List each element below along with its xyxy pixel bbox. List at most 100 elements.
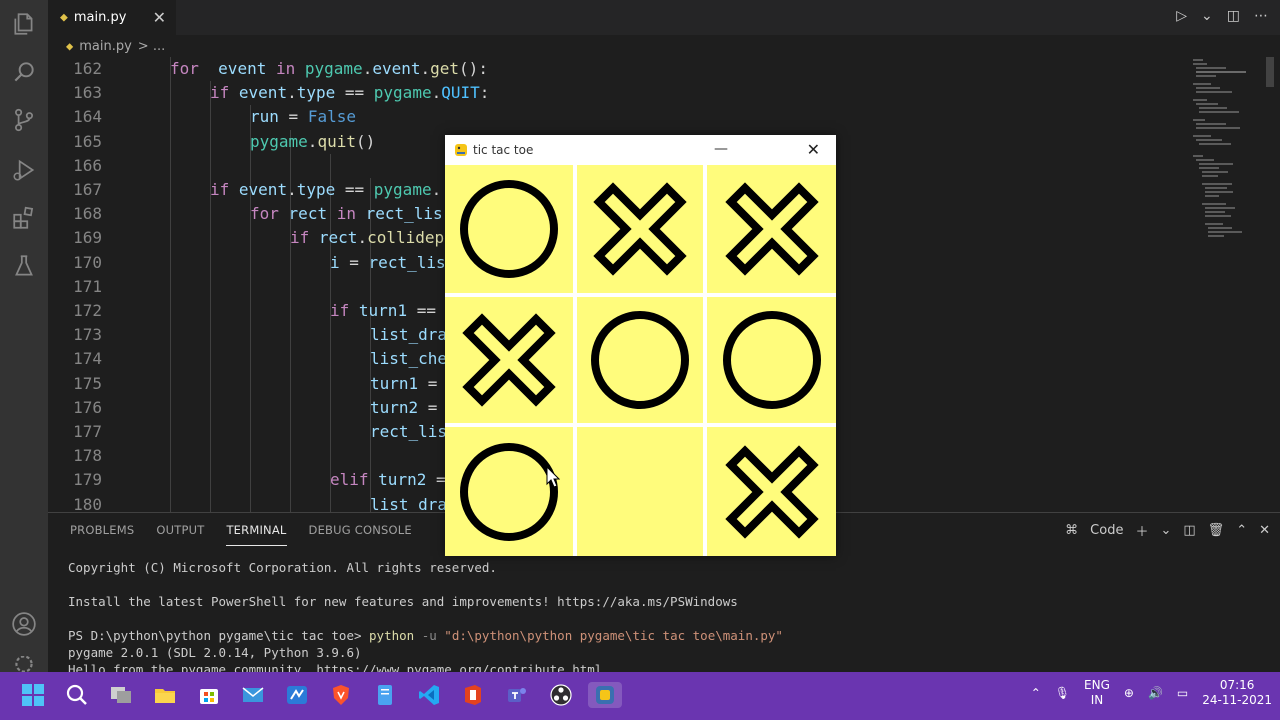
- board-cell[interactable]: [445, 165, 573, 293]
- code-text: if event.type == pygame.QUIT:: [210, 83, 490, 103]
- search-icon[interactable]: [64, 682, 90, 708]
- maximize-panel-icon[interactable]: ⌃: [1236, 523, 1247, 538]
- battery-icon[interactable]: ▭: [1177, 686, 1188, 700]
- close-icon[interactable]: ✕: [807, 140, 820, 159]
- dropdown-chevron-icon[interactable]: ⌄: [1201, 8, 1213, 24]
- volume-icon[interactable]: 🔊: [1148, 686, 1163, 700]
- code-text: if rect.collidep: [290, 228, 445, 248]
- code-text: if turn1 ==: [330, 301, 436, 320]
- o-mark: [591, 311, 689, 409]
- settings-gear-icon[interactable]: [10, 656, 38, 672]
- whiteboard-icon[interactable]: [284, 682, 310, 708]
- board-cell[interactable]: [577, 165, 703, 293]
- code-line[interactable]: 164 run = False: [48, 105, 1188, 129]
- extensions-icon[interactable]: [10, 204, 38, 232]
- file-explorer-icon[interactable]: [152, 682, 178, 708]
- code-text: for event in pygame.event.get():: [170, 59, 488, 78]
- network-icon[interactable]: ⊕: [1124, 686, 1134, 700]
- kill-terminal-icon[interactable]: 🗑: [1208, 523, 1225, 538]
- minimap[interactable]: [1188, 57, 1280, 257]
- board-cell[interactable]: [577, 427, 703, 556]
- task-view-icon[interactable]: [108, 682, 134, 708]
- line-number: 179: [73, 470, 102, 490]
- x-mark: [724, 182, 819, 276]
- microphone-icon[interactable]: 🎙: [1055, 686, 1070, 700]
- tab-terminal[interactable]: TERMINAL: [226, 523, 287, 546]
- editor-tab-bar: ◆ main.py ✕ ▷ ⌄ ◫ ⋯: [48, 0, 1280, 35]
- editor-tab-main-py[interactable]: ◆ main.py ✕: [48, 0, 176, 35]
- board-cell[interactable]: [445, 427, 573, 556]
- close-panel-icon[interactable]: ✕: [1259, 523, 1270, 538]
- terminal-command: python: [369, 628, 415, 643]
- breadcrumb-separator[interactable]: > ...: [138, 39, 165, 54]
- game-titlebar[interactable]: tic tac toe: [445, 135, 836, 165]
- board-cell[interactable]: [577, 297, 703, 423]
- system-tray: ⌃ 🎙 ENG IN ⊕ 🔊 ▭ 07:16 24-11-2021: [1031, 678, 1272, 708]
- code-text: i = rect_lis: [330, 252, 446, 272]
- tab-output[interactable]: OUTPUT: [156, 523, 204, 546]
- code-text: pygame.quit(): [250, 131, 376, 151]
- editor-actions: ▷ ⌄ ◫ ⋯: [1176, 8, 1268, 24]
- line-number: 163: [73, 83, 102, 103]
- line-number: 172: [73, 301, 102, 320]
- split-editor-icon[interactable]: ◫: [1227, 8, 1240, 24]
- code-text: list_che: [370, 349, 448, 369]
- code-text: for rect in rect_lis: [250, 204, 443, 224]
- source-control-icon[interactable]: [10, 106, 38, 134]
- line-number: 169: [73, 228, 102, 248]
- tray-overflow-icon[interactable]: ⌃: [1031, 686, 1041, 700]
- line-number: 174: [73, 349, 102, 369]
- testing-icon[interactable]: [10, 252, 38, 280]
- new-terminal-icon[interactable]: ＋: [1135, 521, 1148, 540]
- line-number: 180: [73, 494, 102, 512]
- terminal-line: Copyright (C) Microsoft Corporation. All…: [68, 560, 497, 575]
- activity-bar: [0, 0, 48, 672]
- account-icon[interactable]: [10, 610, 38, 638]
- breadcrumb-file[interactable]: main.py: [79, 39, 132, 54]
- terminal-shell-label[interactable]: Code: [1090, 523, 1123, 538]
- notepad-icon[interactable]: [372, 682, 398, 708]
- terminal-dropdown-icon[interactable]: ⌄: [1160, 523, 1171, 538]
- pygame-app-icon[interactable]: [588, 682, 622, 708]
- code-line[interactable]: 162 for event in pygame.event.get():: [48, 57, 1188, 81]
- terminal-output[interactable]: Copyright (C) Microsoft Corporation. All…: [68, 559, 783, 678]
- board-cell[interactable]: [445, 297, 573, 423]
- code-line[interactable]: 163 if event.type == pygame.QUIT:: [48, 81, 1188, 105]
- teams-icon[interactable]: [504, 682, 530, 708]
- board-cell[interactable]: [707, 165, 836, 293]
- tab-problems[interactable]: PROBLEMS: [70, 523, 134, 546]
- code-text: rect_lis: [370, 422, 448, 441]
- line-number: 176: [73, 397, 102, 417]
- clock[interactable]: 07:16 24-11-2021: [1202, 678, 1272, 708]
- run-debug-icon[interactable]: [10, 156, 38, 184]
- split-terminal-icon[interactable]: ◫: [1183, 523, 1195, 538]
- editor-scrollbar[interactable]: [1266, 57, 1274, 87]
- tab-close-icon[interactable]: ✕: [153, 8, 166, 27]
- office-icon[interactable]: [460, 682, 486, 708]
- line-number: 167: [73, 180, 102, 199]
- mail-icon[interactable]: [240, 682, 266, 708]
- x-mark: [593, 182, 687, 276]
- game-window[interactable]: tic tac toe — ✕: [445, 135, 836, 556]
- more-actions-icon[interactable]: ⋯: [1254, 8, 1268, 24]
- code-text: run = False: [250, 107, 356, 127]
- tab-label: main.py: [73, 10, 127, 25]
- board-cell[interactable]: [707, 297, 836, 423]
- run-python-icon[interactable]: ▷: [1176, 8, 1187, 24]
- microsoft-store-icon[interactable]: [196, 682, 222, 708]
- game-title: tic tac toe: [473, 143, 534, 157]
- explorer-icon[interactable]: [10, 10, 38, 38]
- line-number: 170: [73, 252, 102, 272]
- board-cell[interactable]: [707, 427, 836, 556]
- brave-browser-icon[interactable]: [328, 682, 354, 708]
- vscode-icon[interactable]: [416, 682, 442, 708]
- terminal-flag: -u: [414, 628, 445, 643]
- language-indicator[interactable]: ENG IN: [1084, 678, 1110, 708]
- tab-debug-console[interactable]: DEBUG CONSOLE: [309, 523, 412, 546]
- windows-start-icon[interactable]: [20, 682, 46, 708]
- code-text: list_dra: [370, 325, 448, 345]
- search-icon[interactable]: [10, 58, 38, 86]
- minimize-icon[interactable]: —: [714, 141, 728, 157]
- obs-icon[interactable]: [548, 682, 574, 708]
- line-number: 173: [73, 325, 102, 345]
